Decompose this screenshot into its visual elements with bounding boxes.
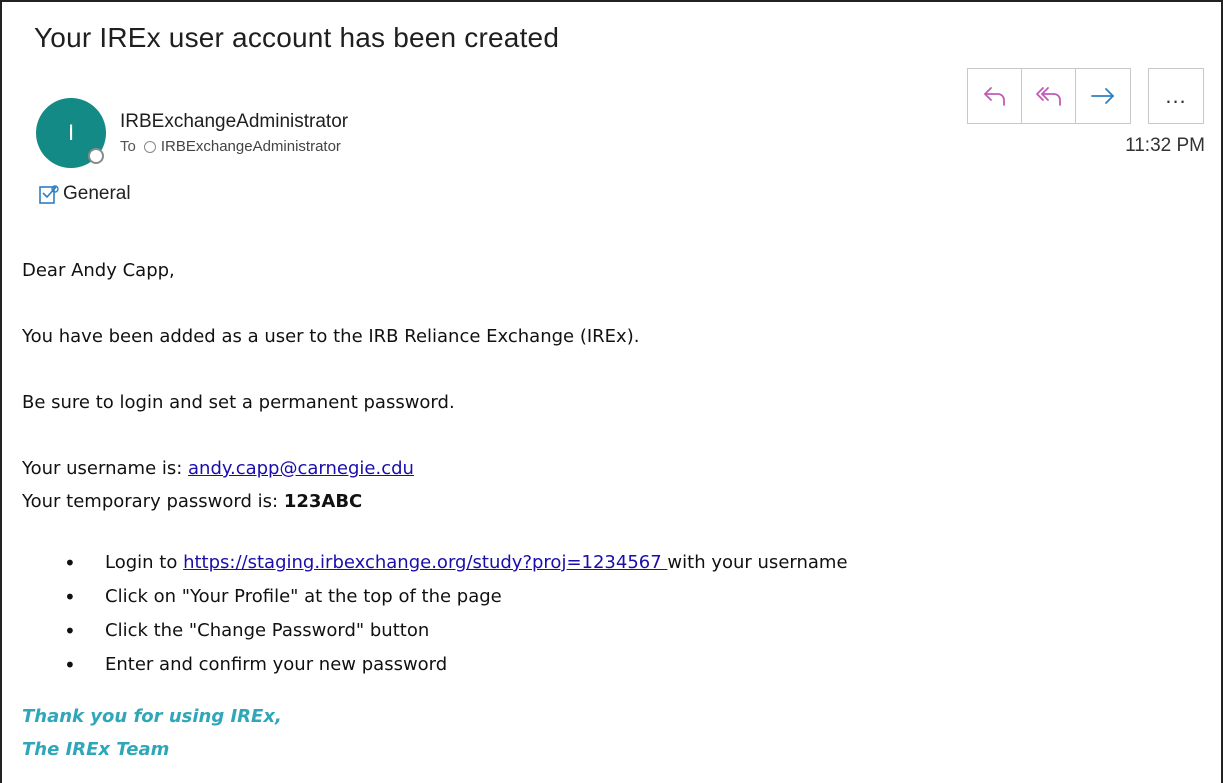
step-login-suffix: with your username [667, 552, 848, 573]
body-line-login: Be sure to login and set a permanent pas… [22, 392, 455, 413]
reply-icon [983, 87, 1005, 106]
presence-status-icon [88, 148, 104, 164]
step-login-prefix: Login to [105, 552, 184, 573]
list-item: Click the "Change Password" button [22, 614, 848, 648]
list-item: Enter and confirm your new password [22, 648, 848, 682]
received-time: 11:32 PM [1125, 135, 1205, 156]
body-line-added: You have been added as a user to the IRB… [22, 326, 640, 347]
username-label: Your username is: [22, 458, 189, 479]
more-actions-button[interactable]: ... [1148, 68, 1204, 124]
reply-all-button[interactable] [1022, 69, 1076, 123]
to-label: To [120, 138, 136, 155]
category-label: General [63, 183, 131, 204]
forward-icon [1091, 88, 1114, 104]
recipient-name[interactable]: IRBExchangeAdministrator [161, 138, 341, 155]
sender-name[interactable]: IRBExchangeAdministrator [120, 111, 348, 133]
message-action-toolbar [967, 68, 1131, 124]
reply-button[interactable] [968, 69, 1022, 123]
recipient-presence-icon [143, 140, 156, 153]
greeting: Dear Andy Capp, [22, 260, 175, 281]
signoff-thanks: Thank you for using IREx, [22, 706, 282, 727]
email-body: Dear Andy Capp, You have been added as a… [22, 254, 848, 766]
forward-button[interactable] [1076, 69, 1130, 123]
username-line: Your username is: andy.capp@carnegie.cdu [22, 452, 848, 485]
recipient-row: To IRBExchangeAdministrator [120, 138, 341, 155]
reply-all-icon [1035, 87, 1061, 106]
category-icon [39, 185, 59, 204]
list-item: Click on "Your Profile" at the top of th… [22, 580, 848, 614]
password-line: Your temporary password is: 123ABC [22, 485, 848, 518]
username-link[interactable]: andy.capp@carnegie.cdu [188, 458, 414, 479]
password-label: Your temporary password is: [22, 491, 284, 512]
staging-url-link[interactable]: https://staging.irbexchange.org/study?pr… [183, 552, 667, 573]
avatar-initial: I [67, 120, 75, 145]
instruction-list: Login to https://staging.irbexchange.org… [22, 546, 848, 682]
category-tag[interactable]: General [38, 183, 131, 205]
signoff-team: The IREx Team [22, 739, 170, 760]
temporary-password: 123ABC [283, 491, 363, 512]
email-subject: Your IREx user account has been created [34, 22, 560, 53]
list-item: Login to https://staging.irbexchange.org… [22, 546, 848, 580]
